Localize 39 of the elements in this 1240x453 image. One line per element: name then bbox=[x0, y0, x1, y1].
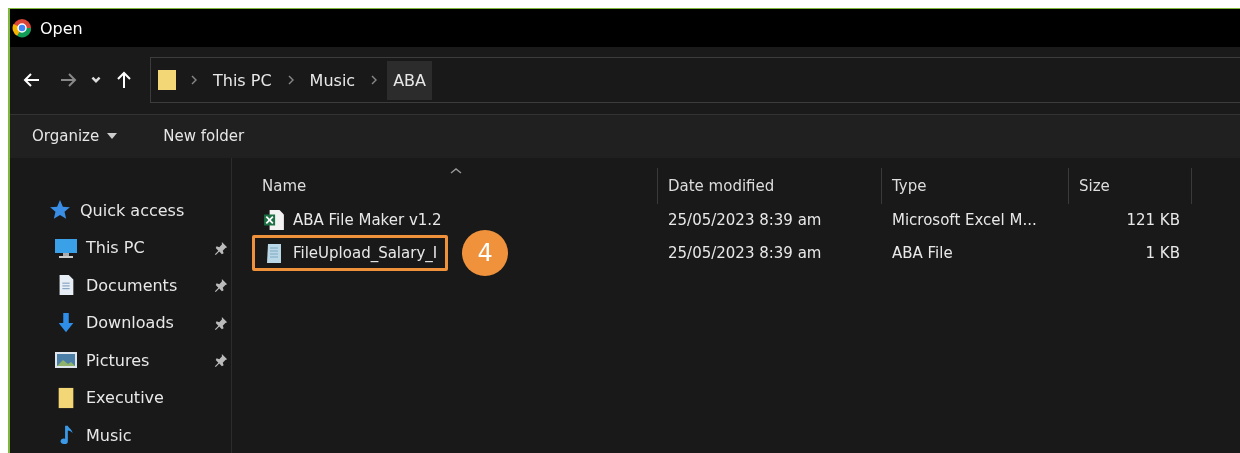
caret-icon bbox=[107, 133, 118, 139]
breadcrumb-item[interactable]: Music bbox=[303, 60, 362, 100]
spreadsheet-icon bbox=[263, 209, 285, 231]
sidebar-item[interactable]: Documents bbox=[42, 266, 232, 304]
sidebar-item[interactable]: Quick access bbox=[42, 191, 232, 229]
pin-icon bbox=[214, 353, 228, 368]
breadcrumb-item[interactable]: This PC bbox=[207, 60, 278, 100]
step-badge: 4 bbox=[462, 230, 509, 276]
sidebar-item[interactable]: This PC bbox=[42, 229, 232, 267]
sidebar-item[interactable]: Music bbox=[42, 416, 232, 453]
pin-icon bbox=[214, 278, 228, 293]
column-header[interactable]: Type bbox=[882, 167, 1069, 204]
pin-icon bbox=[214, 240, 228, 255]
table-cell-text: 121 KB bbox=[1125, 211, 1181, 229]
address-bar[interactable]: This PC Music ABA bbox=[150, 57, 1240, 104]
table-cell-text: Microsoft Excel M... bbox=[891, 211, 1038, 229]
table-cell-text: 25/05/2023 8:39 am bbox=[667, 211, 823, 229]
sidebar-item[interactable]: Executive bbox=[42, 379, 232, 417]
app-icon bbox=[12, 18, 32, 39]
table-cell-text: 25/05/2023 8:39 am bbox=[667, 244, 823, 262]
chevron-right-icon bbox=[371, 75, 378, 86]
file-name[interactable]: ABA File Maker v1.2 bbox=[293, 211, 442, 229]
column-header[interactable]: Name bbox=[252, 167, 658, 204]
table-cell-text: ABA File bbox=[891, 244, 954, 262]
table-cell-text: 1 KB bbox=[1144, 244, 1181, 262]
pin-icon bbox=[214, 315, 228, 330]
new-folder-button[interactable]: New folder bbox=[155, 123, 253, 149]
file-name[interactable]: FileUpload_Salary_I bbox=[293, 244, 438, 262]
sort-caret-icon bbox=[450, 167, 462, 174]
organize-button[interactable]: Organize bbox=[24, 123, 126, 149]
window-title: Open bbox=[40, 18, 83, 38]
column-header[interactable]: Date modified bbox=[658, 167, 882, 204]
chevron-right-icon bbox=[191, 75, 197, 86]
column-header[interactable]: Size bbox=[1069, 167, 1192, 204]
breadcrumb-item[interactable]: ABA bbox=[387, 60, 432, 100]
sidebar-item[interactable]: Downloads bbox=[42, 304, 232, 342]
chevron-right-icon bbox=[287, 75, 294, 86]
sidebar-item[interactable]: Pictures bbox=[42, 341, 232, 379]
monitor-icon bbox=[54, 236, 78, 259]
